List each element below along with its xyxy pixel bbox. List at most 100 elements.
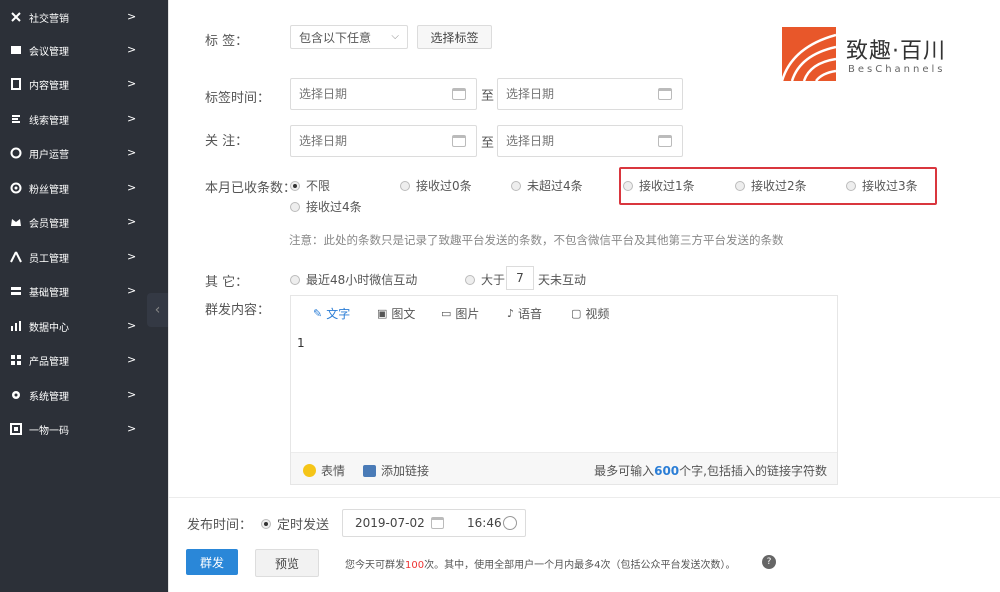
range-separator: 至 bbox=[481, 136, 495, 151]
quota-post: 次。其中，使用全部用户一个月内最多4次（包括公众平台发送次数）。 bbox=[424, 560, 736, 571]
sidebar-item-user-ops[interactable]: 用户运营 > bbox=[0, 136, 168, 170]
sidebar-item-system[interactable]: 系统管理 > bbox=[0, 378, 168, 412]
tag-match-select[interactable]: 包含以下任意 ⌵ bbox=[290, 25, 408, 49]
editor-tabs: ✎ 文字 ▣ 图文 ▭ 图片 ♪ 语音 ▢ 视频 bbox=[291, 296, 837, 330]
quota-pre: 您今天可群发 bbox=[345, 560, 405, 571]
chevron-right-icon: > bbox=[127, 77, 137, 90]
radio-icon bbox=[465, 274, 475, 285]
editor-text-area[interactable]: 1 bbox=[291, 330, 837, 450]
clue-icon bbox=[10, 113, 22, 125]
chevron-right-icon: > bbox=[127, 112, 137, 125]
inactive-days-suffix: 天未互动 bbox=[538, 273, 587, 287]
sidebar-item-base[interactable]: 基础管理 > bbox=[0, 274, 168, 308]
sidebar-item-member[interactable]: 会员管理 > bbox=[0, 205, 168, 239]
sidebar-item-label: 系统管理 bbox=[29, 391, 69, 403]
code-icon bbox=[10, 423, 22, 435]
highlight-box bbox=[619, 167, 937, 205]
share-icon bbox=[10, 11, 22, 23]
received-count-label: 本月已收条数： bbox=[205, 181, 297, 196]
follow-end-field[interactable] bbox=[506, 134, 636, 148]
follow-start-field[interactable] bbox=[299, 134, 429, 148]
calendar-icon bbox=[658, 135, 672, 147]
sidebar-item-meeting[interactable]: 会议管理 > bbox=[0, 33, 168, 67]
scheduled-send-option[interactable]: 定时发送 bbox=[261, 514, 329, 533]
received-option-under-4[interactable]: 未超过4条 bbox=[511, 177, 583, 194]
tab-article[interactable]: ▣ 图文 bbox=[377, 305, 415, 322]
tag-time-start-input[interactable] bbox=[290, 78, 477, 110]
schedule-datetime-input[interactable]: 2019-07-02 16:46 bbox=[342, 509, 526, 537]
sidebar-item-staff[interactable]: 员工管理 > bbox=[0, 240, 168, 274]
brand-logo-en: BesChannels bbox=[848, 64, 946, 75]
sidebar-item-label: 一物一码 bbox=[29, 425, 69, 437]
radio-label: 最近48小时微信互动 bbox=[306, 273, 418, 287]
emoji-label: 表情 bbox=[321, 464, 346, 478]
sidebar-item-fans[interactable]: 粉丝管理 > bbox=[0, 171, 168, 205]
sidebar-item-social[interactable]: 社交营销 > bbox=[0, 0, 168, 34]
preview-button[interactable]: 预览 bbox=[255, 549, 319, 577]
chevron-right-icon: > bbox=[127, 43, 137, 56]
send-button[interactable]: 群发 bbox=[186, 549, 238, 575]
tab-text[interactable]: ✎ 文字 bbox=[313, 305, 350, 322]
received-option-4[interactable]: 接收过4条 bbox=[290, 198, 362, 215]
radio-icon bbox=[290, 201, 300, 212]
sidebar-divider bbox=[168, 0, 169, 592]
char-limit-post: 个字,包括插入的链接字符数 bbox=[679, 464, 827, 478]
clock-icon bbox=[503, 516, 517, 530]
radio-icon bbox=[511, 180, 521, 191]
tab-label: 视频 bbox=[585, 307, 610, 321]
chevron-right-icon: > bbox=[127, 215, 137, 228]
sidebar-item-clue[interactable]: 线索管理 > bbox=[0, 102, 168, 136]
tag-time-start-field[interactable] bbox=[299, 87, 429, 101]
sidebar-item-product[interactable]: 产品管理 > bbox=[0, 343, 168, 377]
select-tag-button[interactable]: 选择标签 bbox=[417, 25, 492, 49]
radio-icon bbox=[400, 180, 410, 191]
emoji-button[interactable]: 表情 bbox=[303, 462, 345, 479]
editor-footer: 表情 添加链接 最多可输入600个字,包括插入的链接字符数 bbox=[291, 452, 837, 484]
follow-start-input[interactable] bbox=[290, 125, 477, 157]
member-icon bbox=[10, 216, 22, 228]
tab-image[interactable]: ▭ 图片 bbox=[441, 305, 479, 322]
calendar-icon bbox=[452, 88, 466, 100]
sidebar-collapse-button[interactable]: ‹ bbox=[147, 293, 168, 327]
tab-label: 图片 bbox=[455, 307, 480, 321]
staff-icon bbox=[10, 251, 22, 263]
other-option-inactive[interactable]: 大于 bbox=[465, 271, 505, 288]
chevron-right-icon: > bbox=[127, 181, 137, 194]
received-option-unlimited[interactable]: 不限 bbox=[290, 177, 330, 194]
grid-icon bbox=[10, 354, 22, 366]
received-count-note: 注意：此处的条数只是记录了致趣平台发送的条数，不包含微信平台及其他第三方平台发送… bbox=[289, 233, 784, 247]
tag-time-end-input[interactable] bbox=[497, 78, 683, 110]
user-ops-icon bbox=[10, 147, 22, 159]
tag-time-end-field[interactable] bbox=[506, 87, 636, 101]
tab-video[interactable]: ▢ 视频 bbox=[571, 305, 609, 322]
radio-label: 不限 bbox=[306, 179, 331, 193]
other-option-48h[interactable]: 最近48小时微信互动 bbox=[290, 271, 417, 288]
document-icon bbox=[10, 78, 22, 90]
schedule-date: 2019-07-02 bbox=[355, 516, 425, 530]
sidebar-item-content[interactable]: 内容管理 > bbox=[0, 67, 168, 101]
sidebar-item-data-center[interactable]: 数据中心 > bbox=[0, 309, 168, 343]
add-link-button[interactable]: 添加链接 bbox=[363, 462, 429, 479]
char-limit-pre: 最多可输入 bbox=[594, 464, 655, 478]
inactive-days-input[interactable]: 7 bbox=[506, 266, 534, 290]
chevron-right-icon: > bbox=[127, 250, 137, 263]
publish-time-label: 发布时间： bbox=[187, 518, 253, 533]
sidebar-item-code[interactable]: 一物一码 > bbox=[0, 412, 168, 446]
tag-label: 标 签： bbox=[205, 34, 249, 49]
tab-label: 图文 bbox=[391, 307, 416, 321]
tab-voice[interactable]: ♪ 语音 bbox=[507, 305, 542, 322]
schedule-time: 16:46 bbox=[467, 516, 502, 530]
help-icon[interactable]: ? bbox=[762, 555, 776, 569]
content-editor: ✎ 文字 ▣ 图文 ▭ 图片 ♪ 语音 ▢ 视频 1 表情 添加链接 最多可输入… bbox=[290, 295, 838, 485]
tab-label: 文字 bbox=[326, 307, 351, 321]
tab-label: 语音 bbox=[518, 307, 543, 321]
chevron-right-icon: > bbox=[127, 422, 137, 435]
meeting-icon bbox=[10, 44, 22, 56]
received-option-0[interactable]: 接收过0条 bbox=[400, 177, 472, 194]
brand-logo-icon bbox=[780, 27, 837, 82]
calendar-icon bbox=[658, 88, 672, 100]
radio-checked-icon bbox=[261, 518, 271, 529]
other-label: 其 它： bbox=[205, 275, 249, 290]
follow-end-input[interactable] bbox=[497, 125, 683, 157]
smiley-icon bbox=[303, 464, 316, 477]
